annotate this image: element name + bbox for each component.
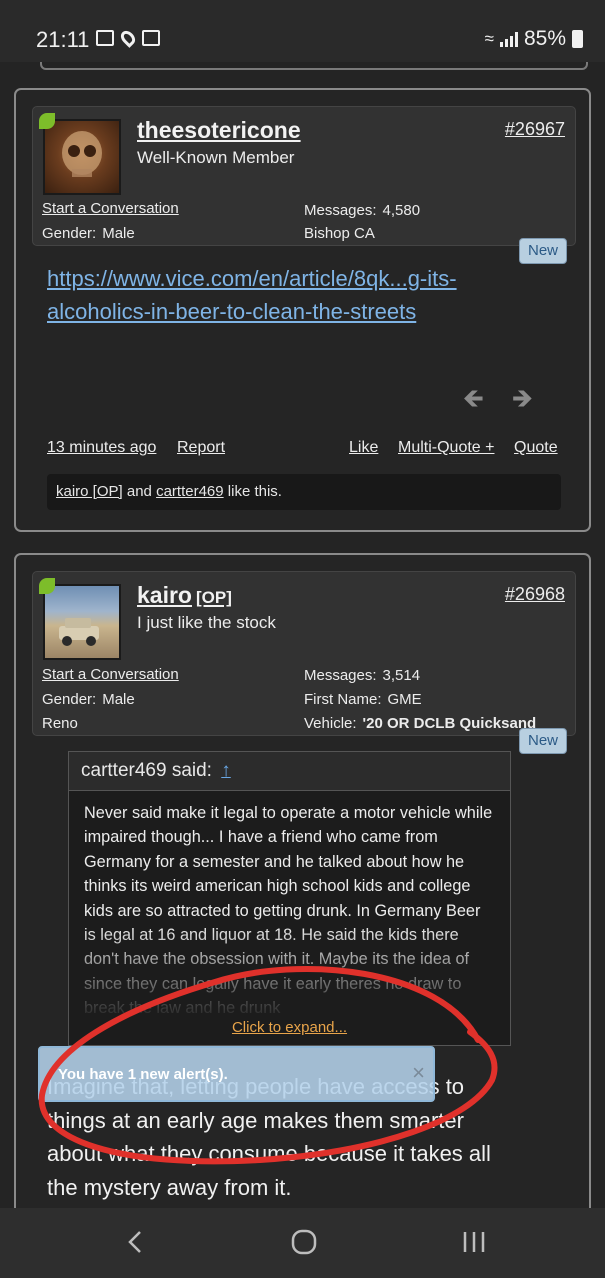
- user-info-box: kairo [OP] I just like the stock #26968 S…: [32, 571, 576, 736]
- start-conversation-link[interactable]: Start a Conversation: [42, 666, 179, 683]
- vehicle-row: Vehicle: '20 OR DCLB Quicksand: [304, 715, 536, 732]
- status-icons: [96, 28, 160, 48]
- op-tag: [OP]: [195, 588, 232, 607]
- username: kairo [OP]: [137, 582, 232, 609]
- quote-fade: [69, 925, 510, 1015]
- online-indicator: [39, 578, 55, 594]
- multi-quote-link[interactable]: Multi-Quote +: [398, 439, 494, 457]
- previous-post-edge: [40, 62, 588, 70]
- article-link-line2[interactable]: alcoholics-in-beer-to-clean-the-streets: [47, 295, 457, 328]
- username[interactable]: theesotericone: [137, 117, 301, 144]
- post-time-link[interactable]: 13 minutes ago: [47, 439, 156, 457]
- notification-app-icon: [142, 30, 160, 46]
- start-conversation-link[interactable]: Start a Conversation: [42, 200, 179, 217]
- close-icon[interactable]: ×: [412, 1060, 425, 1086]
- back-icon[interactable]: [124, 1228, 146, 1261]
- liker-2[interactable]: cartter469: [156, 483, 224, 500]
- post-number[interactable]: #26968: [505, 584, 565, 605]
- quote-link[interactable]: Quote: [514, 439, 558, 457]
- likes-suffix: like this.: [223, 483, 282, 500]
- new-badge: New: [519, 238, 567, 264]
- location-value: Bishop CA: [304, 225, 375, 242]
- report-link[interactable]: Report: [177, 439, 225, 457]
- messages-row: Messages: 3,514: [304, 667, 420, 684]
- likes-and: and: [122, 483, 157, 500]
- user-info-box: theesotericone Well-Known Member #26967 …: [32, 106, 576, 246]
- quote-block: cartter469 said: ↑ Never said make it le…: [68, 751, 511, 1046]
- arrow-left-icon[interactable]: 🡸: [463, 383, 512, 413]
- quote-header: cartter469 said: ↑: [69, 752, 510, 791]
- gender-label: Gender:: [42, 691, 97, 708]
- gender-row: Gender: Male: [42, 691, 135, 708]
- gender-value: Male: [102, 691, 135, 708]
- arrow-right-icon[interactable]: 🡺: [512, 383, 561, 413]
- avatar[interactable]: [43, 584, 121, 660]
- expand-link[interactable]: Click to expand...: [69, 1015, 510, 1045]
- quote-body: Never said make it legal to operate a mo…: [69, 791, 510, 1015]
- liker-1[interactable]: kairo [OP]: [56, 483, 123, 500]
- quote-jump-icon[interactable]: ↑: [221, 760, 231, 781]
- first-name-value: GME: [387, 691, 422, 708]
- new-badge: New: [519, 728, 567, 754]
- gender-label: Gender:: [42, 225, 97, 242]
- first-name-row: First Name: GME: [304, 691, 422, 708]
- user-title: Well-Known Member: [137, 148, 295, 167]
- location-icon: [118, 28, 138, 48]
- vehicle-value: '20 OR DCLB Quicksand: [362, 715, 537, 732]
- mail-icon: [96, 30, 114, 46]
- vehicle-label: Vehicle:: [304, 715, 357, 732]
- avatar[interactable]: [43, 119, 121, 195]
- post: kairo [OP] I just like the stock #26968 S…: [14, 553, 591, 1253]
- recent-apps-icon[interactable]: [460, 1228, 488, 1261]
- messages-label: Messages:: [304, 667, 377, 684]
- quote-author: cartter469 said:: [81, 760, 212, 781]
- wifi-icon: ≈: [484, 29, 494, 48]
- alert-text[interactable]: You have 1 new alert(s).: [58, 1066, 228, 1083]
- alert-toast[interactable]: You have 1 new alert(s). ×: [38, 1046, 435, 1102]
- messages-value: 4,580: [382, 202, 421, 219]
- home-icon[interactable]: [290, 1228, 318, 1261]
- gender-value: Male: [102, 225, 135, 242]
- online-indicator: [39, 113, 55, 129]
- battery-percent: 85%: [523, 27, 566, 50]
- first-name-label: First Name:: [304, 691, 382, 708]
- likes-bar: kairo [OP] and cartter469 like this.: [47, 474, 561, 510]
- article-link[interactable]: https://www.vice.com/en/article/8qk...g-…: [47, 262, 457, 328]
- battery-icon: [572, 30, 583, 48]
- status-bar: 21:11 ≈ 85%: [0, 0, 605, 62]
- post: theesotericone Well-Known Member #26967 …: [14, 88, 591, 532]
- location-value: Reno: [42, 715, 78, 732]
- user-title: I just like the stock: [137, 613, 276, 632]
- status-time: 21:11: [36, 27, 90, 52]
- signal-icon: [499, 31, 518, 47]
- skull-image: [62, 131, 102, 177]
- like-link[interactable]: Like: [349, 439, 378, 457]
- post-number[interactable]: #26967: [505, 119, 565, 140]
- vehicle-image: [59, 618, 99, 646]
- system-nav-bar: [0, 1208, 605, 1278]
- post-nav-arrows: 🡸🡺: [463, 380, 561, 424]
- messages-row: Messages: 4,580: [304, 202, 420, 219]
- gender-row: Gender: Male: [42, 225, 135, 242]
- status-right: ≈ 85%: [485, 27, 583, 51]
- messages-label: Messages:: [304, 202, 377, 219]
- messages-value: 3,514: [382, 667, 421, 684]
- article-link-line1[interactable]: https://www.vice.com/en/article/8qk...g-…: [47, 262, 457, 295]
- username-link[interactable]: kairo: [137, 582, 192, 608]
